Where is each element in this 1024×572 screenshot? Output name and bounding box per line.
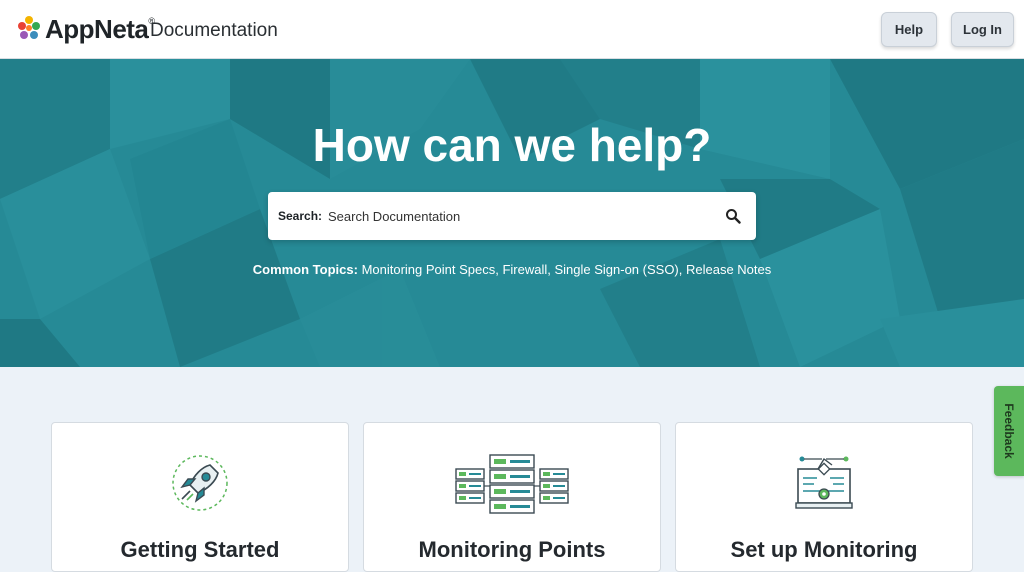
search-input[interactable] bbox=[328, 204, 708, 228]
card-getting-started[interactable]: Getting Started bbox=[51, 422, 349, 572]
site-header: AppNeta® Documentation Help Log In bbox=[0, 0, 1024, 59]
card-title: Monitoring Points bbox=[418, 537, 606, 562]
feedback-label: Feedback bbox=[1002, 403, 1016, 459]
appneta-logo-icon[interactable] bbox=[15, 14, 43, 42]
search-label: Search: bbox=[278, 209, 323, 223]
search-box[interactable]: Search: bbox=[268, 192, 756, 240]
card-monitoring-points[interactable]: Monitoring Points bbox=[363, 422, 661, 572]
help-button[interactable]: Help bbox=[881, 12, 937, 47]
common-topics-links[interactable]: Monitoring Point Specs, Firewall, Single… bbox=[362, 262, 772, 277]
common-topics-label: Common Topics: bbox=[252, 262, 358, 277]
hero-title: How can we help? bbox=[312, 119, 712, 171]
card-title: Set up Monitoring bbox=[730, 537, 918, 562]
servers-icon bbox=[455, 454, 569, 514]
feedback-tab[interactable]: Feedback bbox=[994, 386, 1024, 476]
common-topics: Common Topics: Monitoring Point Specs, F… bbox=[0, 262, 1024, 277]
monitor-setup-icon bbox=[795, 456, 853, 509]
rocket-icon bbox=[172, 455, 228, 511]
site-subtitle: Documentation bbox=[150, 20, 278, 41]
hero-banner: How can we help? Search: Common Topics: … bbox=[0, 59, 1024, 367]
card-set-up-monitoring[interactable]: Set up Monitoring bbox=[675, 422, 973, 572]
search-icon[interactable] bbox=[725, 208, 741, 224]
login-button[interactable]: Log In bbox=[951, 12, 1014, 47]
brand-name[interactable]: AppNeta® bbox=[45, 14, 155, 45]
card-title: Getting Started bbox=[120, 537, 280, 562]
